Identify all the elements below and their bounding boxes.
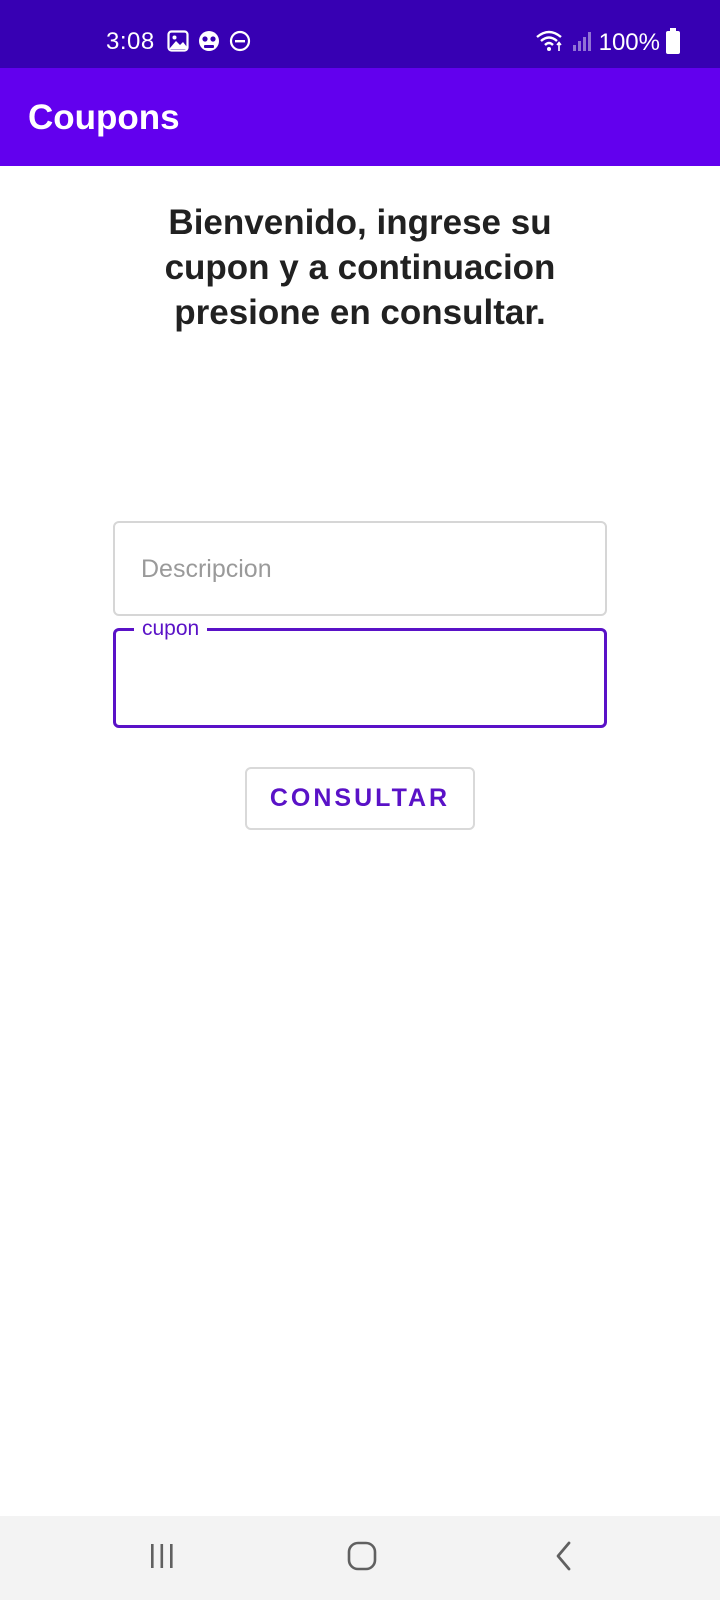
welcome-message: Bienvenido, ingrese su cupon y a continu… — [110, 200, 610, 335]
consultar-button[interactable]: CONSULTAR — [245, 767, 475, 830]
home-icon — [346, 1540, 378, 1577]
home-button[interactable] — [302, 1516, 422, 1600]
back-button[interactable] — [504, 1516, 624, 1600]
recent-apps-icon — [147, 1542, 177, 1575]
welcome-line: cupon y a continuacion — [164, 248, 556, 287]
navigation-bar — [0, 1516, 720, 1600]
system-icons: 100% — [535, 27, 680, 59]
description-field[interactable] — [113, 521, 607, 616]
screen: 3:08 100% Coupons Bienvenido, ingrese su… — [0, 0, 720, 1600]
cupon-label: cupon — [134, 617, 208, 641]
welcome-line: Bienvenido, ingrese su — [168, 203, 552, 242]
app-bar: Coupons — [0, 68, 720, 166]
welcome-line: presione en consultar. — [174, 293, 546, 332]
do-not-disturb-icon — [229, 30, 251, 57]
battery-percent: 100% — [598, 29, 660, 56]
cupon-input[interactable] — [140, 663, 580, 703]
recent-apps-button[interactable] — [102, 1516, 222, 1600]
app-title: Coupons — [28, 98, 180, 137]
notification-icons — [167, 29, 251, 57]
description-input[interactable] — [141, 549, 581, 589]
status-bar: 3:08 100% — [0, 0, 720, 68]
back-icon — [552, 1540, 576, 1577]
cupon-field[interactable]: cupon — [113, 617, 607, 728]
game-icon — [197, 30, 221, 57]
wifi-icon — [535, 29, 565, 58]
status-time: 3:08 — [106, 28, 155, 55]
signal-icon — [571, 30, 593, 57]
battery-icon — [666, 27, 680, 59]
gallery-icon — [167, 29, 189, 57]
